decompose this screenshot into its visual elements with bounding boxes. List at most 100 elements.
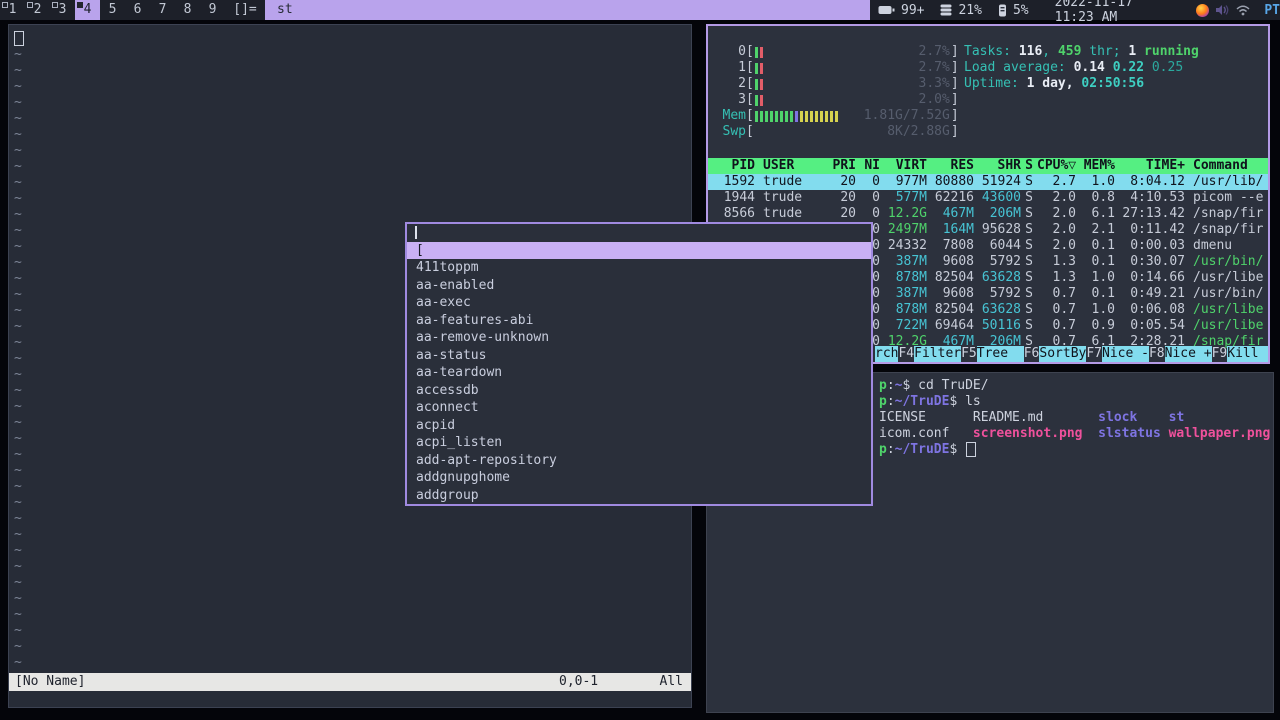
workspace-tag-2[interactable]: 2 bbox=[25, 0, 50, 20]
launcher-item[interactable]: aa-status bbox=[407, 347, 871, 365]
app-launcher[interactable]: [ 411toppm aa-enabled aa-exec aa-features-a… bbox=[405, 222, 873, 506]
text-segment: 1 day, bbox=[1026, 76, 1082, 91]
process-cell: /usr/libe bbox=[1193, 270, 1264, 285]
fkey-label[interactable]: Kill bbox=[1227, 346, 1268, 362]
process-cell: 206M bbox=[989, 206, 1021, 221]
launcher-item[interactable]: accessdb bbox=[407, 382, 871, 400]
process-cell: 4:10.53 bbox=[1130, 190, 1185, 205]
process-cell: S bbox=[1025, 190, 1033, 205]
fkey-label[interactable]: Filter bbox=[914, 346, 962, 362]
fkey-f7[interactable]: F7 bbox=[1086, 346, 1102, 362]
workspace-tag-5[interactable]: 5 bbox=[100, 0, 125, 20]
wifi-icon[interactable] bbox=[1236, 5, 1250, 16]
fkey-f8[interactable]: F8 bbox=[1149, 346, 1165, 362]
fkey-label[interactable]: SortBy bbox=[1039, 346, 1087, 362]
fkey-f9[interactable]: F9 bbox=[1212, 346, 1228, 362]
launcher-item[interactable]: aa-exec bbox=[407, 294, 871, 312]
column-header[interactable]: PRI bbox=[825, 158, 856, 174]
column-header[interactable]: MEM% bbox=[1076, 158, 1115, 174]
launcher-item[interactable]: aa-features-abi bbox=[407, 312, 871, 330]
process-cell: /usr/lib/ bbox=[1193, 174, 1264, 189]
process-row-selected[interactable]: 1592 trude 20 0 977M 80880 51924 S 2.7 1.0 8:04.12… bbox=[708, 174, 1268, 190]
column-header[interactable]: PID bbox=[708, 158, 755, 174]
text-segment: wallpaper.png bbox=[1168, 426, 1271, 441]
text-segment: 459 bbox=[1057, 44, 1082, 59]
process-cell: 0.7 bbox=[1052, 302, 1076, 317]
meter-bar bbox=[759, 46, 763, 58]
workspace-tag-6[interactable]: 6 bbox=[125, 0, 150, 20]
fkey-f5[interactable]: F5 bbox=[961, 346, 977, 362]
fkey-label[interactable]: Nice - bbox=[1102, 346, 1149, 362]
process-cell: S bbox=[1025, 222, 1033, 237]
workspace-tag-9[interactable]: 9 bbox=[200, 0, 225, 20]
workspace-tag-7[interactable]: 7 bbox=[150, 0, 175, 20]
text-segment: slock bbox=[1098, 410, 1138, 425]
fkey-f6[interactable]: F6 bbox=[1024, 346, 1040, 362]
meter-bar bbox=[754, 62, 758, 74]
column-header[interactable]: TIME+ bbox=[1115, 158, 1185, 174]
launcher-item[interactable]: acpi_listen bbox=[407, 434, 871, 452]
desktop: 123456789 []= st 99+ 21% 5% 2022-11-17 1… bbox=[0, 0, 1280, 720]
text-segment: README.md bbox=[972, 410, 1044, 425]
process-cell: 20 bbox=[840, 190, 856, 205]
meter-bar bbox=[834, 110, 838, 122]
fkey-label[interactable]: Tree bbox=[976, 346, 1024, 362]
column-header[interactable]: S bbox=[1021, 158, 1037, 174]
tilde-line: ~ bbox=[14, 527, 22, 542]
fkey-label[interactable]: rch bbox=[875, 346, 899, 362]
fkey-label[interactable]: Nice + bbox=[1164, 346, 1212, 362]
column-header[interactable]: SHR bbox=[974, 158, 1021, 174]
column-header[interactable]: VIRT bbox=[880, 158, 927, 174]
column-header[interactable]: USER bbox=[755, 158, 825, 174]
meter-label: 0 bbox=[738, 44, 746, 59]
volume-icon[interactable] bbox=[1216, 4, 1229, 16]
text-segment: ls bbox=[965, 394, 981, 409]
column-header[interactable]: CPU%▽ bbox=[1037, 158, 1076, 174]
battery-icon bbox=[878, 5, 895, 15]
shell-line[interactable]: p:~/TruDE$ bbox=[879, 442, 1270, 458]
fkey-f4[interactable]: F4 bbox=[898, 346, 914, 362]
launcher-item[interactable]: acpid bbox=[407, 417, 871, 435]
launcher-item[interactable]: addgnupghome bbox=[407, 469, 871, 487]
workspace-tag-3[interactable]: 3 bbox=[50, 0, 75, 20]
process-cell: 12.2G bbox=[887, 206, 927, 221]
layout-indicator[interactable]: []= bbox=[225, 0, 265, 20]
launcher-item[interactable]: aconnect bbox=[407, 399, 871, 417]
keyboard-layout-indicator[interactable]: PT bbox=[1264, 3, 1280, 18]
launcher-input[interactable] bbox=[407, 224, 871, 242]
tag-occupied-indicator bbox=[27, 2, 33, 8]
text-segment: Tasks: bbox=[964, 44, 1019, 59]
process-cell: 1.0 bbox=[1091, 302, 1115, 317]
workspace-tag-4[interactable]: 4 bbox=[75, 0, 100, 20]
text-segment: 02:50:56 bbox=[1081, 76, 1145, 91]
process-row[interactable]: 1944 trude 20 0 577M 62216 43600 S 2.0 0.8 4:10.53… bbox=[708, 190, 1268, 206]
launcher-item[interactable]: addgroup bbox=[407, 487, 871, 505]
meter-bracket: [ bbox=[746, 108, 754, 123]
column-header[interactable]: Command bbox=[1185, 158, 1268, 174]
tilde-line: ~ bbox=[14, 63, 22, 78]
process-cell: 80880 bbox=[934, 174, 974, 189]
process-cell: 1.3 bbox=[1052, 254, 1076, 269]
process-row[interactable]: 8566 trude 20 0 12.2G 467M 206M S 2.0 6.1 27:13.42… bbox=[708, 206, 1268, 222]
process-cell: 0.7 bbox=[1052, 286, 1076, 301]
shell-cursor bbox=[966, 442, 977, 457]
launcher-item[interactable]: aa-teardown bbox=[407, 364, 871, 382]
tilde-line: ~ bbox=[14, 207, 22, 222]
launcher-item[interactable]: add-apt-repository bbox=[407, 452, 871, 470]
meter-0: 0[2.7%] bbox=[714, 44, 958, 60]
text-segment: 116 bbox=[1018, 44, 1043, 59]
load-average: Load average: 0.14 0.22 0.25 bbox=[964, 60, 1199, 76]
launcher-item[interactable]: aa-enabled bbox=[407, 277, 871, 295]
column-header[interactable]: RES bbox=[927, 158, 974, 174]
process-cell: S bbox=[1025, 270, 1033, 285]
text-segment: : bbox=[886, 442, 895, 457]
launcher-selected-item[interactable]: [ bbox=[407, 242, 871, 259]
launcher-item[interactable]: aa-remove-unknown bbox=[407, 329, 871, 347]
process-table-header[interactable]: PID USER PRI NI VIRT RES SHR S CPU%▽ MEM% TIME+ Com… bbox=[708, 158, 1268, 174]
launcher-item[interactable]: 411toppm bbox=[407, 259, 871, 277]
column-header[interactable]: NI bbox=[856, 158, 880, 174]
workspace-tag-1[interactable]: 1 bbox=[0, 0, 25, 20]
workspace-tag-8[interactable]: 8 bbox=[175, 0, 200, 20]
firefox-icon[interactable] bbox=[1196, 3, 1210, 17]
scroll-indicator: All bbox=[659, 674, 683, 689]
